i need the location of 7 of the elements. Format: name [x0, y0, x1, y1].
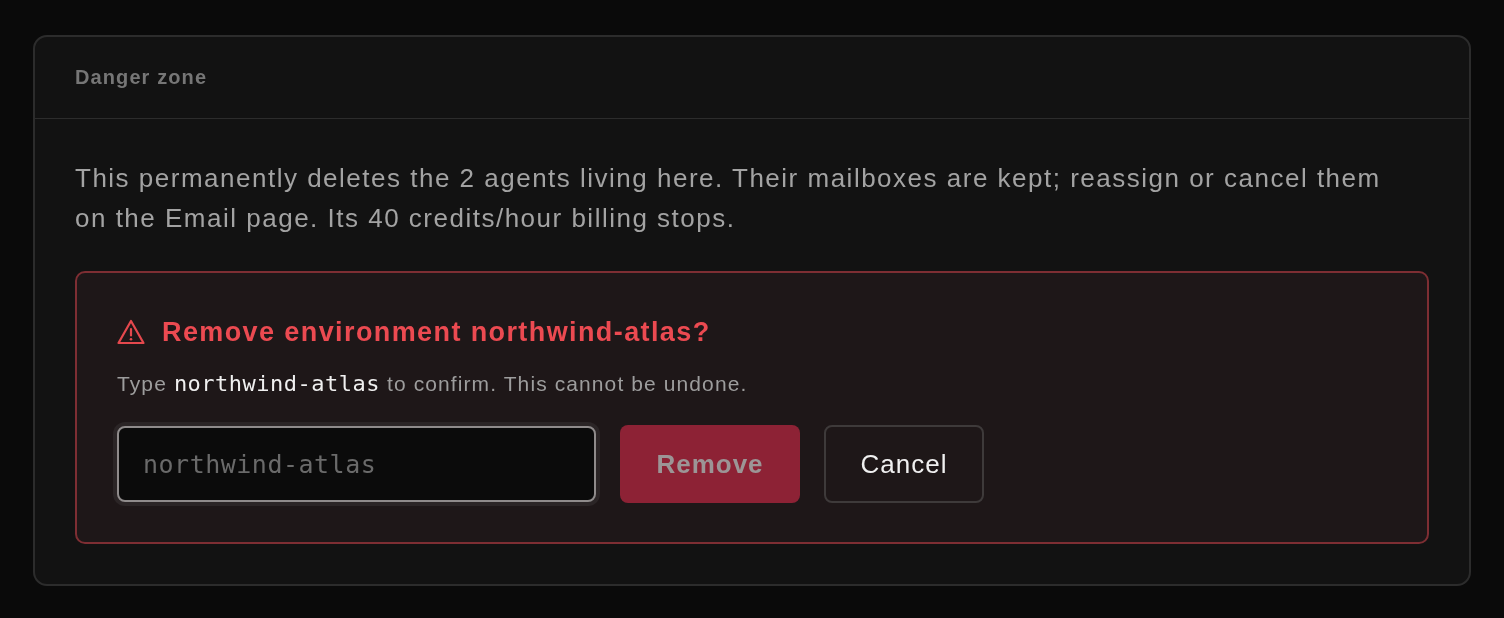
confirm-title: Remove environment northwind-atlas?	[162, 316, 711, 348]
cancel-button[interactable]: Cancel	[824, 425, 984, 503]
instruction-text: Type northwind-atlas to confirm. This cannot be undone.	[117, 370, 749, 398]
warning-icon	[117, 319, 145, 345]
description-text: This permanently deletes the 2 agents living here. Their mailboxes are kept; reassign or cancel them on the Email page. Its 40 credits/hour billing stops.	[75, 162, 1382, 235]
section-title: Danger zone	[75, 66, 208, 89]
confirm-input-field[interactable]: northwind-atlas	[117, 426, 596, 502]
